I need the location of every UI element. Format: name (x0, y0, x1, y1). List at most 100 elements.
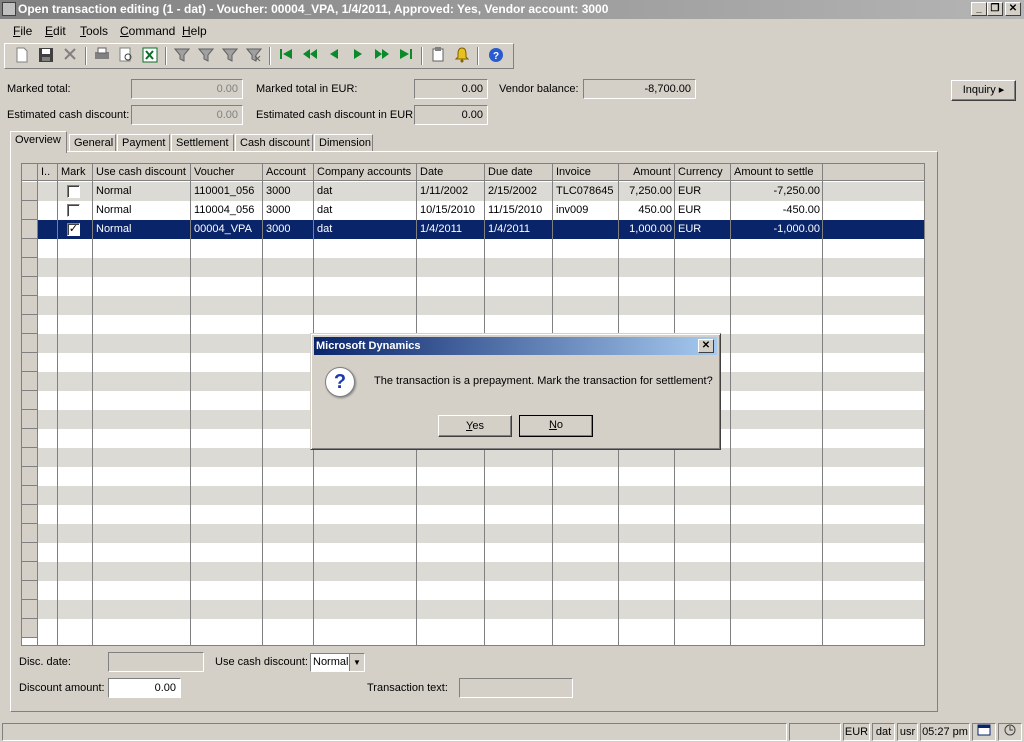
date-cell[interactable]: 10/15/2010 (417, 201, 485, 220)
tab-overview[interactable]: Overview (10, 131, 67, 153)
status-window-icon[interactable] (972, 723, 996, 741)
currency-cell[interactable]: EUR (675, 220, 731, 239)
row-selector[interactable] (22, 296, 38, 315)
alert-icon[interactable] (453, 47, 471, 65)
row-selector[interactable] (22, 391, 38, 410)
mark-cell[interactable] (58, 201, 93, 220)
app-icon[interactable] (2, 2, 16, 16)
company-cell[interactable]: dat (314, 220, 417, 239)
row-selector[interactable] (22, 315, 38, 334)
no-button[interactable]: No (519, 415, 593, 437)
header-amount-to-settle[interactable]: Amount to settle (731, 164, 823, 181)
due-date-cell[interactable]: 1/4/2011 (485, 220, 553, 239)
mark-checkbox[interactable] (67, 185, 80, 198)
header-account[interactable]: Account (263, 164, 314, 181)
menu-command[interactable]: Command (120, 24, 175, 38)
table-row[interactable] (22, 543, 924, 562)
invoice-cell[interactable]: TLC078645 (553, 182, 619, 201)
row-selector[interactable] (22, 410, 38, 429)
print-preview-icon[interactable] (117, 47, 135, 65)
first-record-icon[interactable] (277, 47, 295, 65)
previous-record-icon[interactable] (325, 47, 343, 65)
amount-to-settle-cell[interactable]: -1,000.00 (731, 220, 823, 239)
status-company[interactable]: dat (872, 723, 895, 741)
disc-date-field[interactable] (108, 652, 204, 672)
mark-cell[interactable]: ✓ (58, 220, 93, 239)
header-mark[interactable]: Mark (58, 164, 93, 181)
row-selector[interactable] (22, 543, 38, 562)
excel-icon[interactable] (141, 47, 159, 65)
menu-file[interactable]: File (13, 24, 32, 38)
new-icon[interactable] (13, 47, 31, 65)
header-use-cash-discount[interactable]: Use cash discount (93, 164, 191, 181)
table-row[interactable] (22, 448, 924, 467)
filter-icon[interactable] (173, 47, 191, 65)
row-selector[interactable] (22, 448, 38, 467)
table-row[interactable] (22, 277, 924, 296)
status-activity-icon[interactable] (998, 723, 1022, 741)
next-page-icon[interactable] (373, 47, 391, 65)
header-company-accounts[interactable]: Company accounts (314, 164, 417, 181)
row-selector[interactable] (22, 182, 38, 201)
document-handling-icon[interactable] (429, 47, 447, 65)
row-selector[interactable] (22, 505, 38, 524)
minimize-button[interactable]: _ (971, 2, 987, 16)
table-row[interactable] (22, 239, 924, 258)
row-selector[interactable] (22, 429, 38, 448)
account-cell[interactable]: 3000 (263, 220, 314, 239)
save-icon[interactable] (37, 47, 55, 65)
amount-to-settle-cell[interactable]: -450.00 (731, 201, 823, 220)
account-cell[interactable]: 3000 (263, 201, 314, 220)
row-selector[interactable] (22, 201, 38, 220)
amount-to-settle-cell[interactable]: -7,250.00 (731, 182, 823, 201)
row-selector[interactable] (22, 486, 38, 505)
close-button[interactable]: ✕ (1005, 2, 1021, 16)
voucher-cell[interactable]: 00004_VPA (191, 220, 263, 239)
row-selector[interactable] (22, 467, 38, 486)
invoice-cell[interactable]: inv009 (553, 201, 619, 220)
invoice-cell[interactable] (553, 220, 619, 239)
header-voucher[interactable]: Voucher (191, 164, 263, 181)
voucher-cell[interactable]: 110001_056 (191, 182, 263, 201)
table-row[interactable] (22, 524, 924, 543)
print-icon[interactable] (93, 47, 111, 65)
row-selector[interactable] (22, 524, 38, 543)
use-cash-discount-cell[interactable]: Normal (93, 182, 191, 201)
row-selector[interactable] (22, 581, 38, 600)
voucher-cell[interactable]: 110004_056 (191, 201, 263, 220)
amount-cell[interactable]: 1,000.00 (619, 220, 675, 239)
row-selector[interactable] (22, 239, 38, 258)
status-currency[interactable]: EUR (843, 723, 870, 741)
mark-checkbox[interactable] (67, 204, 80, 217)
table-row[interactable]: Normal 110004_056 3000 dat 10/15/2010 11/15/2… (22, 201, 924, 220)
discount-amount-field[interactable]: 0.00 (108, 678, 181, 698)
header-currency[interactable]: Currency (675, 164, 731, 181)
filter-by-selection-icon[interactable] (197, 47, 215, 65)
row-selector[interactable] (22, 334, 38, 353)
date-cell[interactable]: 1/11/2002 (417, 182, 485, 201)
table-row[interactable] (22, 467, 924, 486)
table-row[interactable] (22, 315, 924, 334)
account-cell[interactable]: 3000 (263, 182, 314, 201)
status-user[interactable]: usr (897, 723, 918, 741)
previous-page-icon[interactable] (301, 47, 319, 65)
use-cash-discount-cell[interactable]: Normal (93, 220, 191, 239)
mark-cell[interactable] (58, 182, 93, 201)
header-amount[interactable]: Amount (619, 164, 675, 181)
date-cell[interactable]: 1/4/2011 (417, 220, 485, 239)
tab-payment[interactable]: Payment (117, 134, 170, 152)
tab-dimension[interactable]: Dimension (314, 134, 373, 152)
header-invoice[interactable]: Invoice (553, 164, 619, 181)
table-row[interactable] (22, 505, 924, 524)
menu-tools[interactable]: Tools (80, 24, 108, 38)
next-record-icon[interactable] (349, 47, 367, 65)
amount-cell[interactable]: 7,250.00 (619, 182, 675, 201)
help-icon[interactable]: ? (487, 47, 505, 65)
dialog-close-button[interactable]: ✕ (698, 339, 714, 353)
transaction-text-field[interactable] (459, 678, 573, 698)
mark-checkbox[interactable]: ✓ (67, 223, 80, 236)
chevron-down-icon[interactable]: ▼ (349, 654, 364, 671)
row-selector[interactable] (22, 220, 38, 239)
tab-general[interactable]: General (69, 134, 116, 152)
table-row[interactable] (22, 619, 924, 638)
